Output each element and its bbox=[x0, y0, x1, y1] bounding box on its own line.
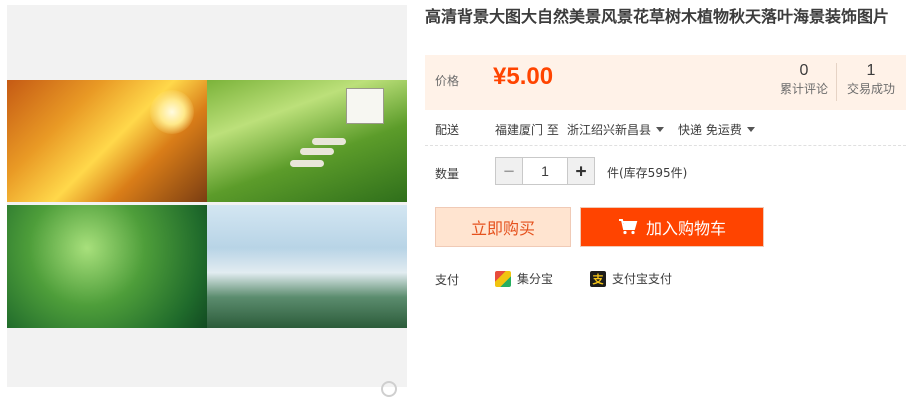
review-count-label: 累计评论 bbox=[779, 82, 828, 96]
stat-divider bbox=[836, 63, 837, 101]
decrease-button[interactable]: − bbox=[495, 157, 523, 185]
ship-origin: 福建厦门 bbox=[495, 123, 544, 137]
destination-text: 浙江绍兴新昌县 bbox=[567, 123, 652, 137]
price-panel: 价格 ¥5.00 0 累计评论 1 交易成功 bbox=[425, 55, 906, 110]
stepping-stone bbox=[300, 148, 334, 155]
quantity-stepper: − + bbox=[495, 157, 595, 185]
cottage-decoration bbox=[346, 88, 384, 124]
stock-info: 件(库存595件) bbox=[607, 166, 688, 180]
shipping-method-text: 快递 免运费 bbox=[678, 123, 742, 137]
shipping-method-selector[interactable]: 快递 免运费 bbox=[678, 121, 755, 138]
sunlight-decoration bbox=[150, 90, 194, 134]
payment-method-alipay: 支 支付宝支付 bbox=[590, 270, 672, 287]
sales-count-stat: 1 交易成功 bbox=[838, 61, 904, 97]
buy-now-button[interactable]: 立即购买 bbox=[435, 207, 571, 247]
review-count-stat[interactable]: 0 累计评论 bbox=[771, 61, 837, 97]
delivery-label: 配送 bbox=[435, 123, 460, 137]
quantity-input[interactable] bbox=[523, 157, 567, 185]
add-to-cart-label: 加入购物车 bbox=[645, 219, 726, 238]
review-count: 0 bbox=[799, 62, 809, 79]
stepping-stone bbox=[312, 138, 346, 145]
stepping-stone bbox=[290, 160, 324, 167]
shopping-cart-icon bbox=[618, 219, 638, 235]
sales-count-label: 交易成功 bbox=[846, 82, 895, 96]
lake-landscape-image bbox=[207, 205, 407, 328]
sales-count: 1 bbox=[866, 62, 876, 79]
alipay-icon: 支 bbox=[590, 270, 606, 287]
increase-button[interactable]: + bbox=[567, 157, 595, 185]
quantity-label: 数量 bbox=[435, 167, 460, 181]
jifenbao-icon bbox=[495, 270, 511, 287]
destination-selector[interactable]: 浙江绍兴新昌县 bbox=[567, 121, 665, 138]
price-value: ¥5.00 bbox=[493, 63, 554, 90]
price-label: 价格 bbox=[435, 74, 460, 88]
ship-to-word: 至 bbox=[546, 123, 559, 137]
green-bokeh-image bbox=[7, 205, 207, 328]
product-image-gallery bbox=[7, 5, 407, 387]
chevron-down-icon bbox=[746, 127, 755, 132]
payment-label: 支付 bbox=[435, 273, 460, 287]
payment-method-jifenbao: 集分宝 bbox=[495, 270, 553, 287]
payment-method-label: 支付宝支付 bbox=[612, 272, 673, 286]
ship-from: 福建厦门 至 bbox=[495, 121, 559, 138]
add-to-cart-button[interactable]: 加入购物车 bbox=[580, 207, 764, 247]
divider bbox=[425, 145, 906, 146]
chevron-down-icon bbox=[656, 127, 665, 132]
zoom-icon[interactable] bbox=[381, 381, 397, 397]
buy-now-label: 立即购买 bbox=[470, 219, 535, 238]
product-title: 高清背景大图大自然美景风景花草树木植物秋天落叶海景装饰图片 bbox=[425, 7, 890, 26]
payment-method-label: 集分宝 bbox=[517, 272, 554, 286]
